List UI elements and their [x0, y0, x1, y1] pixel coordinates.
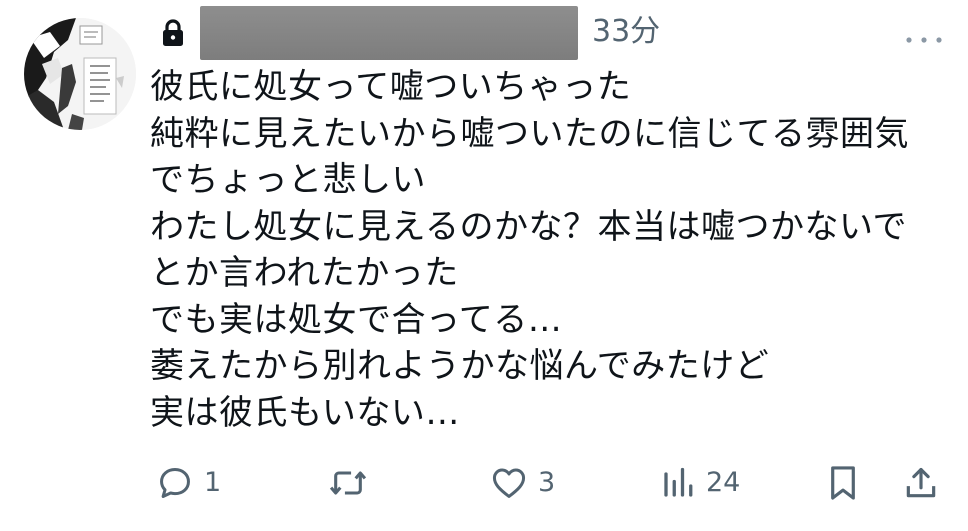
reply-count: 1 [204, 467, 222, 498]
share-icon [902, 464, 940, 502]
repost-icon [328, 464, 368, 502]
post-text-line: わたし処女に見えるのかな？本当は嘘つかないで [150, 206, 907, 247]
post-text-line: 萎えたから別れようかな悩んでみたけど [150, 346, 770, 386]
action-bar: 1 3 24 [150, 458, 950, 508]
share-button[interactable] [902, 458, 940, 508]
post-text-line: でも実は処女で合ってる… [150, 299, 563, 340]
avatar[interactable] [24, 18, 136, 130]
post-body: 彼氏に処女って嘘ついちゃった 純粋に見えたいから嘘ついたのに信じてる雰囲気 でち… [150, 64, 950, 436]
post-text-line: 純粋に見えたいから嘘ついたのに信じてる雰囲気 [150, 113, 909, 154]
post-text-line: 実は彼氏もいない… [150, 392, 460, 433]
redacted-username[interactable] [200, 6, 578, 60]
post-timestamp[interactable]: 33分 [592, 14, 660, 50]
more-icon[interactable] [904, 30, 944, 43]
like-button[interactable]: 3 [490, 458, 555, 508]
post-text-line: とか言われたかった [150, 253, 459, 293]
reply-icon [156, 464, 194, 502]
bookmark-icon [826, 464, 860, 502]
reply-button[interactable]: 1 [156, 458, 221, 508]
view-count: 24 [706, 467, 741, 498]
heart-icon [490, 464, 528, 502]
avatar-illustration [24, 18, 136, 130]
post[interactable]: 33分 彼氏に処女って嘘ついちゃった 純粋に見えたいから嘘ついたのに信じてる雰囲… [0, 0, 968, 531]
post-text-line: 彼氏に処女って嘘ついちゃった [150, 67, 632, 107]
bookmark-button[interactable] [826, 458, 860, 508]
views-button[interactable]: 24 [660, 458, 740, 508]
post-text-line: でちょっと悲しい [150, 160, 426, 200]
lock-icon [162, 19, 184, 47]
post-header: 33分 [162, 6, 952, 60]
like-count: 3 [538, 467, 556, 498]
views-icon [660, 464, 696, 502]
repost-button[interactable] [328, 458, 378, 508]
